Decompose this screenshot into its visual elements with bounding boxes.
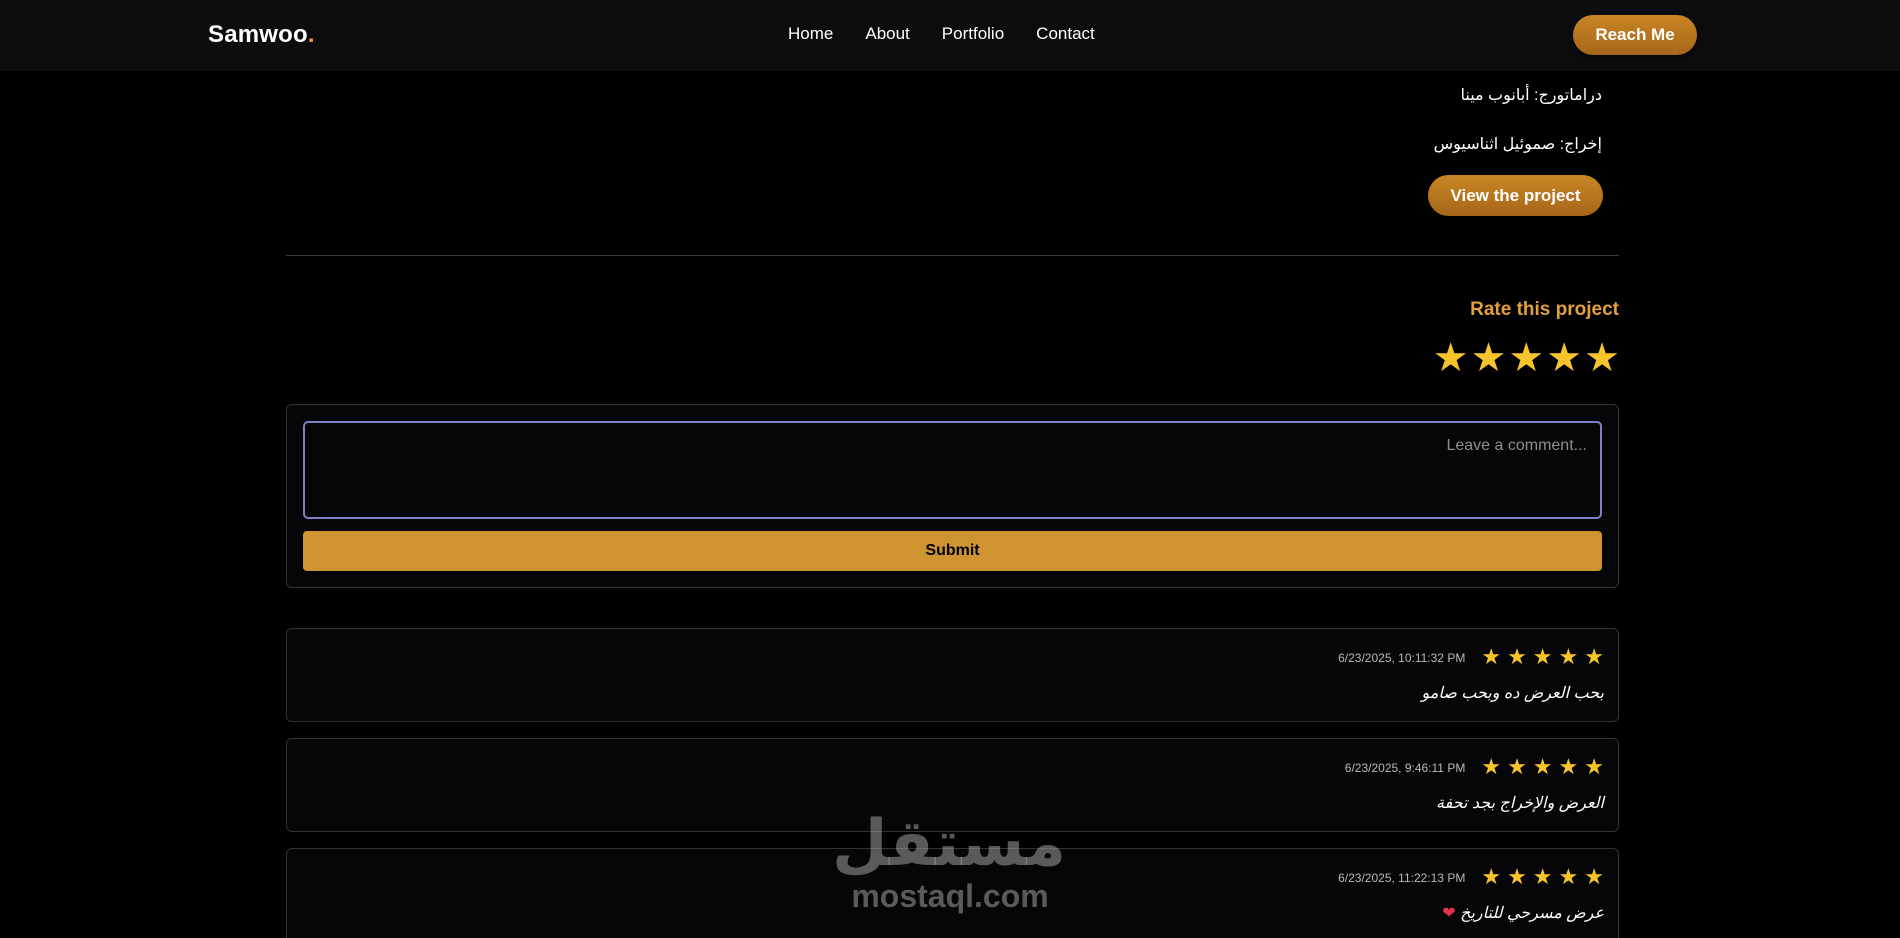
project-dramaturg: دراماتورج: أبانوب مينا (1460, 87, 1602, 104)
rating-star-icon[interactable]: ★ (1433, 334, 1469, 382)
review-card: 6/23/2025, 9:46:11 PM ★ ★ ★ ★ ★ العرض والإخر… (286, 738, 1619, 832)
review-text: عرض مسرحي للتاريخ ❤ (1442, 903, 1604, 923)
star-icon: ★ (1558, 865, 1579, 890)
star-icon: ★ (1481, 645, 1502, 670)
brand-name: Samwoo (208, 21, 308, 48)
nav-links: Home About Portfolio Contact (788, 24, 1127, 44)
review-text-body: بحب العرض ده وبحب صامو (1421, 685, 1604, 702)
nav-link-home[interactable]: Home (788, 24, 833, 44)
review-date: 6/23/2025, 11:22:13 PM (1338, 871, 1466, 885)
star-icon: ★ (1558, 645, 1579, 670)
review-text: العرض والإخراج بجد تحفة (1436, 793, 1604, 813)
rating-star-icon[interactable]: ★ (1546, 334, 1582, 382)
star-icon: ★ (1584, 865, 1604, 890)
review-stars: ★ ★ ★ ★ ★ (1475, 645, 1604, 671)
nav-link-about[interactable]: About (865, 24, 909, 44)
submit-button[interactable]: Submit (303, 531, 1602, 571)
heart-icon: ❤ (1442, 905, 1456, 922)
review-text-body: العرض والإخراج بجد تحفة (1436, 795, 1604, 812)
star-icon: ★ (1507, 865, 1527, 890)
review-date: 6/23/2025, 10:11:32 PM (1338, 651, 1466, 665)
review-date: 6/23/2025, 9:46:11 PM (1344, 761, 1466, 775)
nav-link-contact[interactable]: Contact (1036, 24, 1095, 44)
rating-star-icon[interactable]: ★ (1508, 334, 1544, 382)
review-stars: ★ ★ ★ ★ ★ (1475, 755, 1604, 781)
review-text: بحب العرض ده وبحب صامو (1421, 683, 1604, 703)
rating-stars: ★ ★ ★ ★ ★ (1431, 334, 1620, 382)
rate-title: Rate this project (1470, 299, 1619, 320)
comment-form: Submit (286, 404, 1619, 588)
view-project-button[interactable]: View the project (1428, 175, 1603, 216)
review-text-body: عرض مسرحي للتاريخ (1460, 905, 1604, 922)
section-divider (286, 255, 1619, 256)
star-icon: ★ (1584, 755, 1604, 780)
star-icon: ★ (1532, 755, 1553, 780)
navbar: Samwoo. Home About Portfolio Contact Rea… (0, 0, 1900, 71)
review-card: 6/23/2025, 11:22:13 PM ★ ★ ★ ★ ★ عرض مسرحي ل… (286, 848, 1619, 938)
star-icon: ★ (1481, 755, 1502, 780)
review-stars: ★ ★ ★ ★ ★ (1475, 865, 1604, 891)
brand-logo[interactable]: Samwoo. (208, 21, 315, 49)
review-card: 6/23/2025, 10:11:32 PM ★ ★ ★ ★ ★ بحب العرض د… (286, 628, 1619, 722)
nav-link-portfolio[interactable]: Portfolio (942, 24, 1004, 44)
star-icon: ★ (1532, 645, 1553, 670)
comment-input[interactable] (303, 421, 1602, 519)
review-header: 6/23/2025, 9:46:11 PM ★ ★ ★ ★ ★ (1345, 755, 1604, 781)
star-icon: ★ (1532, 865, 1553, 890)
project-director: إخراج: صموئيل اثناسيوس (1433, 136, 1602, 153)
star-icon: ★ (1584, 645, 1604, 670)
star-icon: ★ (1507, 755, 1527, 780)
star-icon: ★ (1481, 865, 1502, 890)
review-header: 6/23/2025, 11:22:13 PM ★ ★ ★ ★ ★ (1338, 865, 1604, 891)
rating-star-icon[interactable]: ★ (1584, 334, 1620, 382)
star-icon: ★ (1507, 645, 1527, 670)
review-header: 6/23/2025, 10:11:32 PM ★ ★ ★ ★ ★ (1338, 645, 1604, 671)
brand-dot: . (307, 21, 315, 48)
rating-star-icon[interactable]: ★ (1471, 334, 1507, 382)
reach-me-button[interactable]: Reach Me (1573, 15, 1697, 55)
star-icon: ★ (1558, 755, 1579, 780)
